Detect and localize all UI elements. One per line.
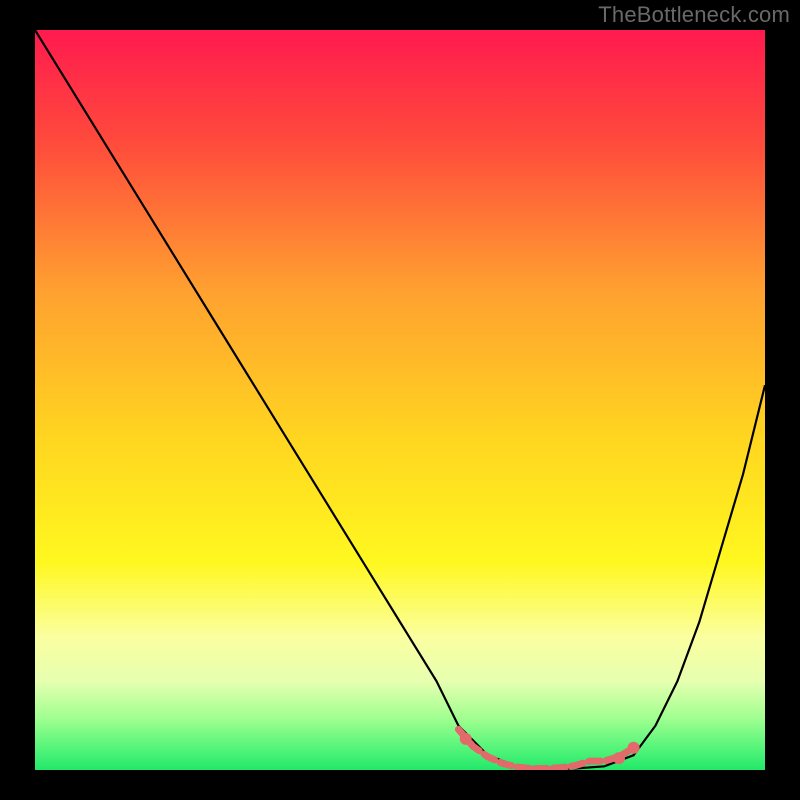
highlight-marker	[613, 752, 625, 764]
gradient-background	[35, 30, 765, 770]
chart-frame: TheBottleneck.com	[0, 0, 800, 800]
highlight-marker	[628, 742, 640, 754]
bottleneck-chart	[35, 30, 765, 770]
watermark-text: TheBottleneck.com	[598, 2, 790, 28]
highlight-marker	[460, 733, 472, 745]
